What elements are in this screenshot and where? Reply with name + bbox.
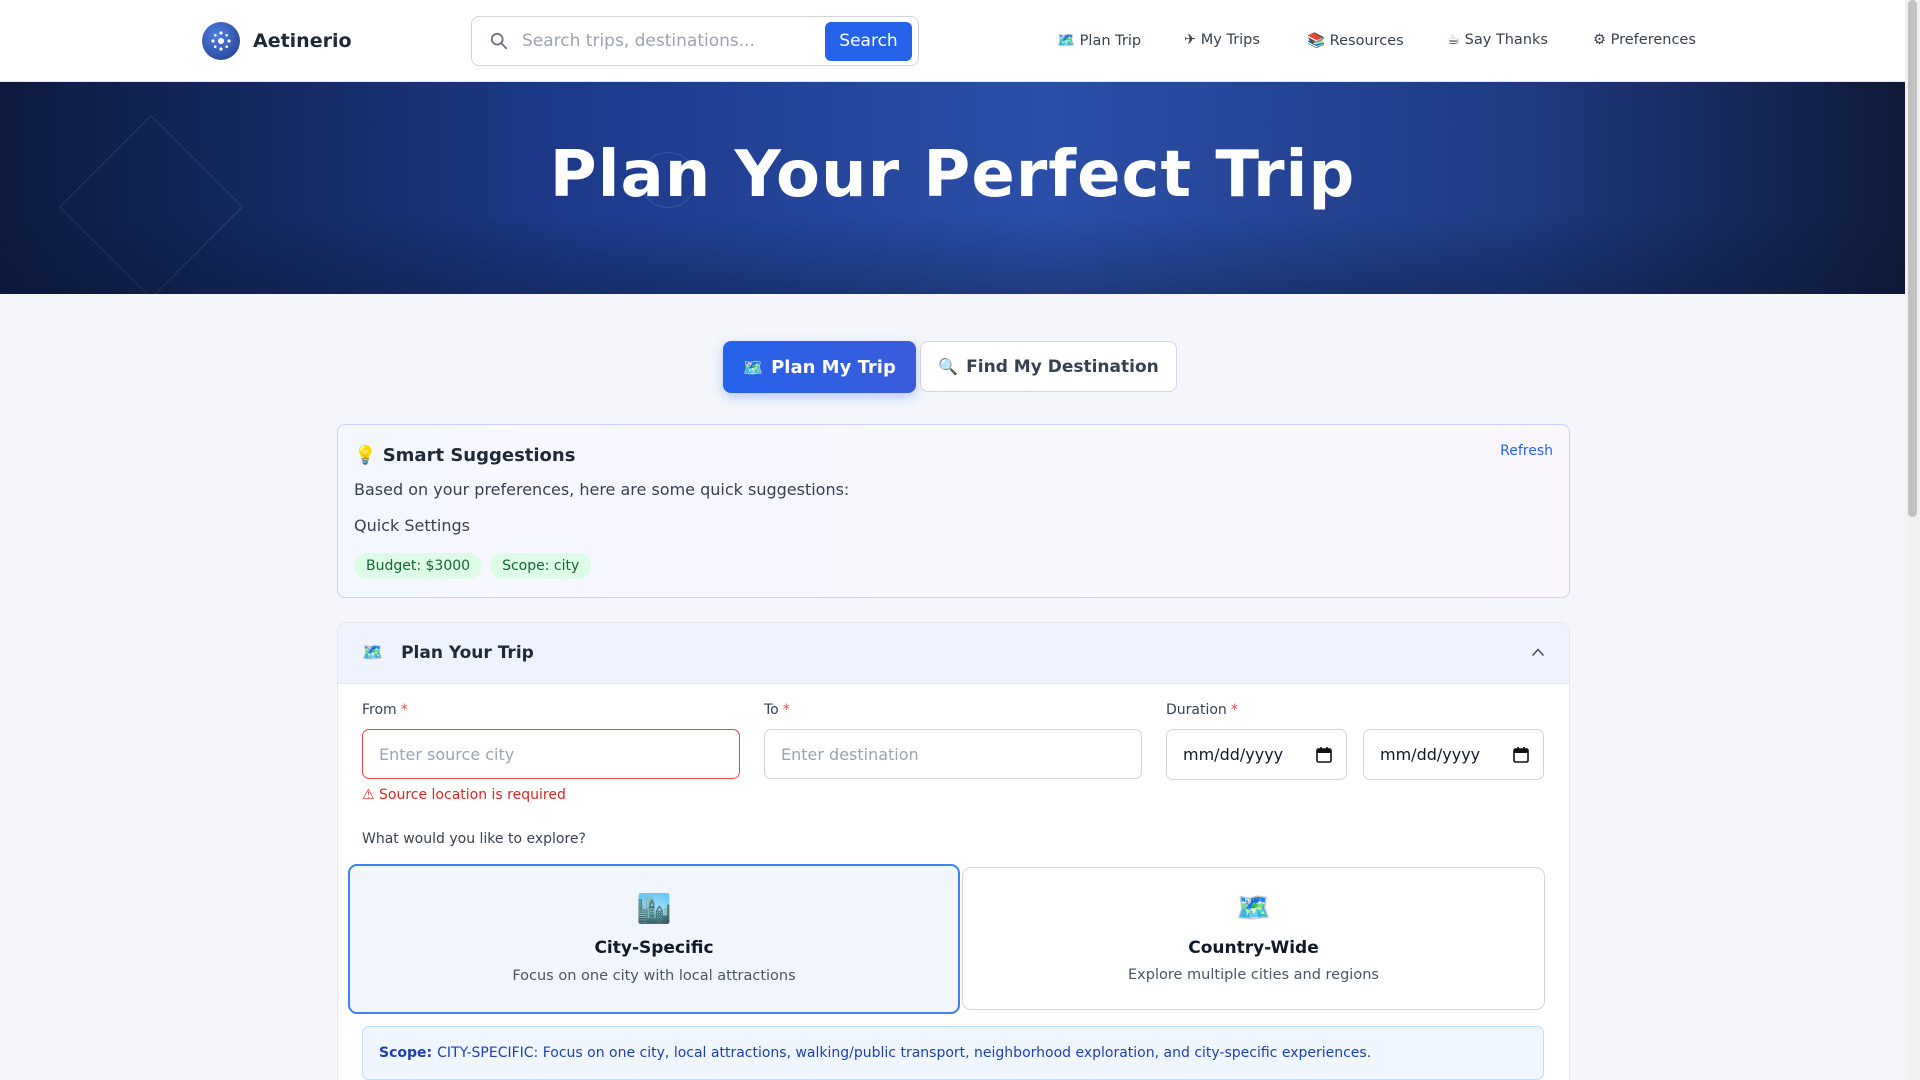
nav-plan-trip[interactable]: 🗺️ Plan Trip (1057, 32, 1141, 49)
end-date-input[interactable]: mm/dd/yyyy (1363, 729, 1544, 780)
budget-chip[interactable]: Budget: $3000 (354, 553, 483, 579)
nav-preferences[interactable]: ⚙ Preferences (1593, 32, 1696, 48)
suggestions-description: Based on your preferences, here are some… (354, 480, 850, 499)
books-icon: 📚 (1307, 33, 1326, 49)
chevron-up-icon[interactable] (1531, 645, 1545, 659)
duration-label: Duration * (1166, 702, 1238, 718)
brand-name: Aetinerio (253, 30, 352, 52)
required-mark: * (400, 702, 408, 718)
search-input[interactable] (522, 21, 825, 61)
nav-resources[interactable]: 📚 Resources (1307, 32, 1404, 49)
logo-icon (202, 22, 240, 60)
cityscape-icon: 🏙️ (636, 892, 672, 925)
nav-my-trips[interactable]: ✈ My Trips (1184, 32, 1260, 48)
scope-option-title: City-Specific (594, 938, 714, 958)
scope-option-description: Explore multiple cities and regions (1128, 967, 1379, 983)
search-button[interactable]: Search (825, 21, 912, 61)
scope-chip[interactable]: Scope: city (490, 553, 592, 579)
scope-note-text: CITY-SPECIFIC: Focus on one city, local … (437, 1045, 1372, 1061)
world-map-icon: 🗺️ (1236, 891, 1271, 924)
plan-trip-header[interactable]: 🗺️ Plan Your Trip (338, 623, 1569, 684)
plan-trip-card: 🗺️ Plan Your Trip From* ⚠ Source locatio… (337, 622, 1570, 1080)
magnifier-icon: 🔍 (938, 357, 959, 376)
map-icon: 🗺️ (362, 643, 384, 663)
scope-option-description: Focus on one city with local attractions (512, 968, 796, 984)
gear-icon: ⚙ (1593, 32, 1606, 48)
to-input[interactable] (764, 729, 1142, 779)
scope-info-note: Scope: CITY-SPECIFIC: Focus on one city,… (362, 1026, 1544, 1080)
page-scrollbar[interactable] (1905, 0, 1920, 1080)
refresh-link[interactable]: Refresh (1500, 443, 1553, 459)
scope-note-label: Scope: (379, 1045, 433, 1061)
quick-settings-chips: Budget: $3000 Scope: city (354, 553, 592, 579)
scope-option-title: Country-Wide (1188, 938, 1319, 958)
scrollbar-thumb[interactable] (1908, 0, 1917, 517)
from-input[interactable] (362, 729, 740, 779)
airplane-icon: ✈ (1184, 32, 1197, 48)
nav-say-thanks[interactable]: ☕ Say Thanks (1447, 32, 1548, 48)
lightbulb-icon: 💡 (354, 445, 377, 466)
scope-option-city[interactable]: 🏙️ City-Specific Focus on one city with … (348, 864, 960, 1014)
from-label: From * (362, 702, 408, 718)
to-label: To * (764, 702, 790, 718)
search-bar: Search (471, 16, 919, 66)
coffee-icon: ☕ (1447, 32, 1460, 48)
map-icon: 🗺️ (1057, 33, 1076, 49)
map-icon: 🗺️ (743, 357, 764, 377)
required-mark: * (782, 702, 790, 718)
calendar-icon[interactable] (1316, 746, 1332, 763)
from-error-message: ⚠ Source location is required (362, 787, 566, 803)
scope-option-country[interactable]: 🗺️ Country-Wide Explore multiple cities … (962, 867, 1545, 1010)
required-mark: * (1230, 702, 1238, 718)
start-date-input[interactable]: mm/dd/yyyy (1166, 729, 1347, 780)
tab-find-my-destination[interactable]: 🔍 Find My Destination (920, 341, 1177, 392)
search-icon (488, 30, 510, 52)
plan-trip-title: 🗺️ Plan Your Trip (362, 643, 534, 663)
smart-suggestions-card: 💡 Smart Suggestions Refresh Based on you… (337, 424, 1570, 598)
hero-banner: Plan Your Perfect Trip (0, 82, 1905, 294)
brand[interactable]: Aetinerio (202, 22, 352, 60)
suggestions-title: 💡 Smart Suggestions (354, 445, 576, 466)
calendar-icon[interactable] (1513, 746, 1529, 763)
explore-label: What would you like to explore? (362, 831, 586, 847)
top-navbar: Aetinerio Search 🗺️ Plan Trip ✈ My Trips… (0, 0, 1905, 82)
quick-settings-heading: Quick Settings (354, 516, 470, 535)
tab-plan-my-trip[interactable]: 🗺️ Plan My Trip (723, 341, 916, 393)
page-title: Plan Your Perfect Trip (549, 138, 1356, 212)
